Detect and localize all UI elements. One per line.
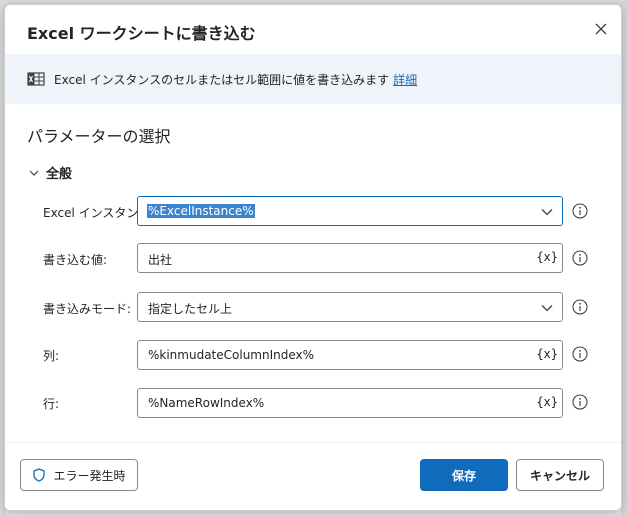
write-mode-dropdown[interactable]: 指定したセル上: [137, 292, 563, 322]
write-value-text: 出社: [148, 253, 173, 267]
general-group-toggle[interactable]: 全般: [27, 163, 72, 182]
info-circle-icon[interactable]: [572, 203, 588, 219]
write-mode-label: 書き込みモード:: [43, 302, 132, 316]
chevron-down-icon: [541, 305, 553, 312]
column-label: 列:: [43, 349, 60, 363]
info-circle-icon[interactable]: [572, 346, 588, 362]
info-description: Excel インスタンスのセルまたはセル範囲に値を書き込みます: [54, 73, 390, 87]
write-mode-value: 指定したセル上: [148, 302, 233, 316]
on-error-button[interactable]: エラー発生時: [20, 459, 138, 491]
row-label: 行:: [43, 397, 60, 411]
details-link[interactable]: 詳細: [393, 73, 417, 87]
close-icon: [595, 23, 607, 35]
dialog-title: Excel ワークシートに書き込む: [27, 24, 256, 43]
variable-picker-button[interactable]: {x}: [536, 250, 558, 264]
cancel-button[interactable]: キャンセル: [516, 459, 604, 491]
group-label: 全般: [46, 167, 73, 182]
write-worksheet-dialog: Excel ワークシートに書き込む Excel インスタンスのセルまたはセル範囲…: [4, 4, 622, 511]
chevron-down-icon: [541, 209, 553, 216]
column-input[interactable]: %kinmudateColumnIndex% {x}: [137, 340, 563, 370]
column-value: %kinmudateColumnIndex%: [148, 348, 315, 362]
footer-divider: [5, 442, 621, 443]
chevron-down-icon: [29, 170, 39, 176]
info-bar: Excel インスタンスのセルまたはセル範囲に値を書き込みます 詳細: [5, 54, 621, 104]
write-value-label: 書き込む値:: [43, 253, 108, 267]
write-value-input[interactable]: 出社 {x}: [137, 243, 563, 273]
info-circle-icon[interactable]: [572, 250, 588, 266]
variable-picker-button[interactable]: {x}: [536, 395, 558, 409]
save-button[interactable]: 保存: [420, 459, 508, 491]
section-title: パラメーターの選択: [27, 127, 171, 146]
info-circle-icon[interactable]: [572, 299, 588, 315]
excel-instance-value: %ExcelInstance%: [147, 204, 255, 218]
row-input[interactable]: %NameRowIndex% {x}: [137, 388, 563, 418]
excel-instance-dropdown[interactable]: %ExcelInstance%: [137, 196, 563, 226]
info-text: Excel インスタンスのセルまたはセル範囲に値を書き込みます 詳細: [54, 71, 417, 88]
on-error-label: エラー発生時: [53, 468, 126, 483]
close-button[interactable]: [589, 17, 613, 41]
excel-grid-icon: [27, 72, 45, 86]
row-value: %NameRowIndex%: [148, 396, 265, 410]
info-circle-icon[interactable]: [572, 394, 588, 410]
shield-icon: [33, 468, 46, 482]
variable-picker-button[interactable]: {x}: [536, 347, 558, 361]
